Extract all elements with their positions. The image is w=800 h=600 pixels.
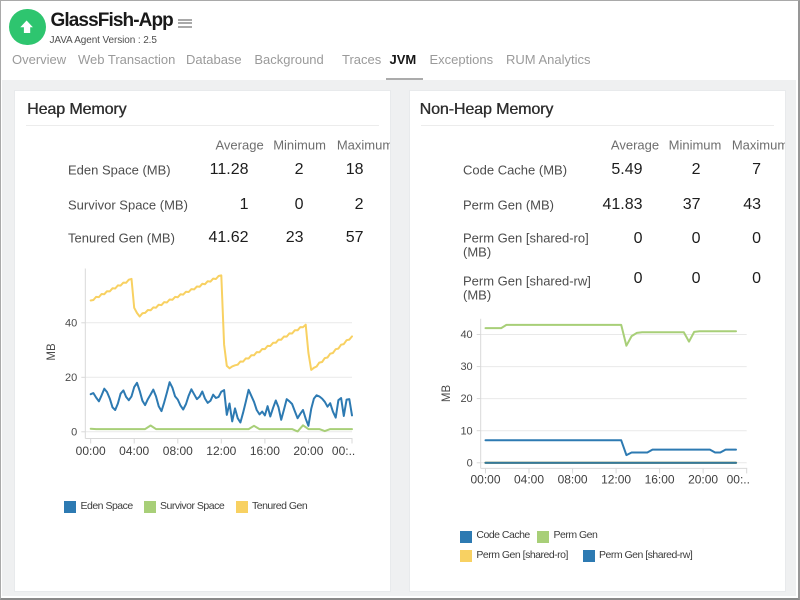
svg-text:0: 0 — [467, 457, 473, 469]
svg-text:MB: MB — [46, 343, 58, 361]
svg-text:30: 30 — [460, 361, 472, 373]
svg-text:0: 0 — [71, 426, 77, 438]
svg-text:12:00: 12:00 — [601, 472, 631, 486]
svg-text:20:00: 20:00 — [688, 472, 718, 486]
svg-text:04:00: 04:00 — [514, 472, 544, 486]
svg-text:20:00: 20:00 — [293, 444, 323, 458]
svg-text:16:00: 16:00 — [645, 472, 675, 486]
svg-text:16:00: 16:00 — [250, 444, 280, 458]
svg-text:00:..: 00:.. — [727, 472, 750, 486]
svg-text:08:00: 08:00 — [558, 472, 588, 486]
svg-text:00:..: 00:.. — [332, 444, 355, 458]
svg-text:40: 40 — [460, 329, 472, 341]
svg-text:00:00: 00:00 — [76, 444, 106, 458]
svg-text:MB: MB — [441, 384, 453, 402]
svg-text:00:00: 00:00 — [470, 472, 500, 486]
svg-text:12:00: 12:00 — [206, 444, 236, 458]
svg-text:20: 20 — [460, 393, 472, 405]
svg-text:20: 20 — [65, 371, 77, 383]
svg-text:08:00: 08:00 — [163, 444, 193, 458]
svg-text:10: 10 — [460, 425, 472, 437]
svg-text:40: 40 — [65, 317, 77, 329]
svg-text:04:00: 04:00 — [119, 444, 149, 458]
